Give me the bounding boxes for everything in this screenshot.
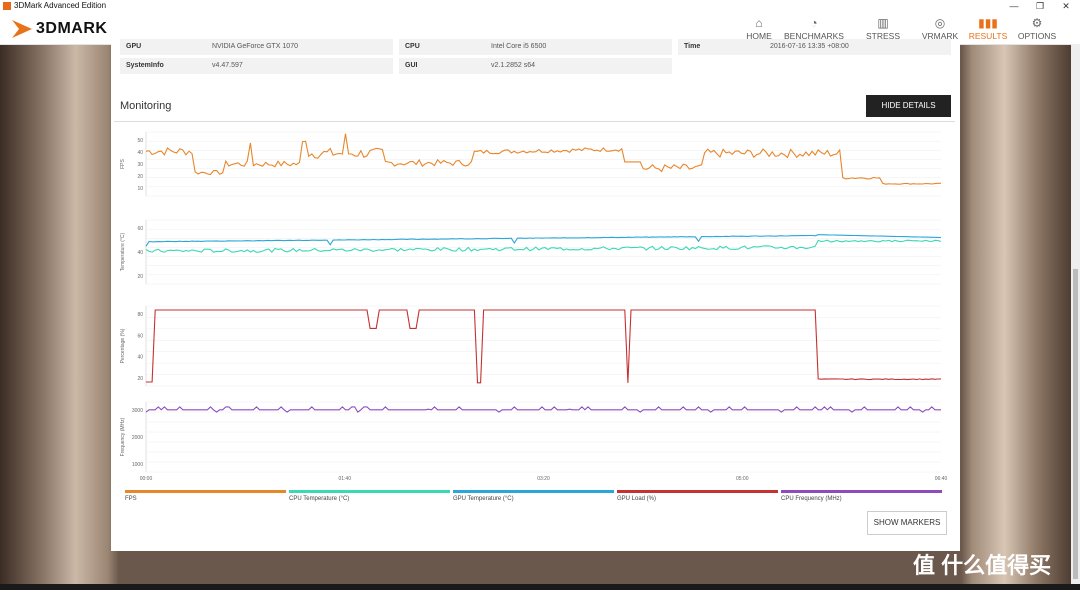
gpu-temp-line (145, 234, 942, 247)
monitoring-title: Monitoring (120, 100, 172, 112)
legend-gpu-load-label: GPU Load (%) (617, 496, 657, 502)
brand-logo-icon (12, 20, 32, 38)
legend-cpu-freq-label: CPU Frequency (MHz) (781, 496, 842, 502)
legend-gpu-load-swatch (617, 490, 778, 493)
close-icon[interactable]: ✕ (1053, 0, 1079, 13)
window-titlebar: 3DMark Advanced Edition — ❐ ✕ (0, 0, 1080, 13)
y-tick-label: 2000 (132, 435, 143, 441)
y-tick-label: 60 (137, 333, 143, 339)
nav-results[interactable]: ▮▮▮ RESULTS (966, 15, 1010, 41)
y-tick-label: 20 (137, 274, 143, 280)
scrollbar-thumb[interactable] (1073, 269, 1078, 579)
benchmarks-icon: ◔ (810, 16, 818, 30)
brand-name: 3DMARK (36, 20, 108, 37)
home-icon: ⌂ (755, 16, 763, 30)
legend-cpu-temp-label: CPU Temperature (°C) (289, 496, 350, 502)
monitoring-chart: 50 40 30 20 10 FPS 60 40 20 Temperature (°C) 80 60 4… (114, 121, 955, 486)
cpu-temp-line (145, 239, 942, 254)
info-time-key: Time (684, 43, 701, 50)
legend-fps-label: FPS (125, 496, 137, 502)
nav-options[interactable]: ⚙ OPTIONS (1016, 15, 1058, 41)
hide-details-button[interactable]: HIDE DETAILS (866, 95, 951, 117)
legend-gpu-temp-label: GPU Temperature (°C) (453, 496, 514, 502)
legend-fps-swatch (125, 490, 286, 493)
results-panel: GPU NVIDIA GeForce GTX 1070 CPU Intel Co… (111, 39, 960, 551)
y-tick-label: 80 (137, 312, 143, 318)
x-tick-label: 00:00 (140, 476, 153, 482)
watermark-text: 值 什么值得买 (913, 553, 1052, 578)
brand-logo[interactable]: 3DMARK (10, 18, 107, 40)
y-tick-label: 60 (137, 226, 143, 232)
app-icon (3, 2, 11, 10)
taskbar (0, 584, 1080, 590)
nav-benchmarks[interactable]: ◔ BENCHMARKS (783, 15, 845, 41)
info-systeminfo: SystemInfo v4.47.597 (120, 58, 393, 74)
scrollbar[interactable] (1071, 44, 1080, 584)
y-tick-label: 40 (137, 250, 143, 256)
legend-gpu-load[interactable]: GPU Load (%) (617, 490, 778, 502)
legend-cpu-freq[interactable]: CPU Frequency (MHz) (781, 490, 942, 502)
info-gui: GUI v2.1.2852 s64 (399, 58, 672, 74)
y-axis-label: Frequency (MHz) (120, 417, 126, 456)
minimize-icon[interactable]: — (1001, 0, 1027, 13)
info-time: Time 2016-07-16 13:35 +08:00 (678, 39, 951, 55)
info-cpu-value: Intel Core i5 6500 (491, 43, 547, 50)
y-tick-label: 50 (137, 138, 143, 144)
gear-icon: ⚙ (1031, 16, 1043, 30)
y-tick-label: 20 (137, 174, 143, 180)
x-tick-label: 03:20 (537, 476, 550, 482)
monitoring-chart-svg: 50 40 30 20 10 FPS 60 40 20 Temperature (°C) 80 60 4… (120, 131, 948, 482)
y-axis-label: Temperature (°C) (120, 232, 126, 271)
y-tick-label: 20 (137, 376, 143, 382)
gpu-load-line (146, 309, 942, 384)
info-gui-value: v2.1.2852 s64 (491, 62, 535, 69)
legend-fps[interactable]: FPS (125, 490, 286, 502)
cpu-frequency-line (145, 406, 941, 413)
y-tick-label: 3000 (132, 408, 143, 414)
info-time-value: 2016-07-16 13:35 +08:00 (770, 43, 849, 50)
nav-home[interactable]: ⌂ HOME (740, 15, 778, 41)
info-gpu-key: GPU (126, 43, 142, 50)
results-icon: ▮▮▮ (978, 16, 998, 30)
y-tick-label: 40 (137, 150, 143, 156)
vrmark-icon: ◎ (934, 16, 946, 30)
stress-tests-icon: ▥ (877, 16, 889, 30)
y-axis-label: Percentage (%) (120, 328, 126, 363)
x-tick-label: 06:40 (935, 476, 948, 482)
info-gpu: GPU NVIDIA GeForce GTX 1070 (120, 39, 393, 55)
show-markers-button[interactable]: SHOW MARKERS (867, 511, 947, 535)
restore-icon[interactable]: ❐ (1027, 0, 1053, 13)
y-tick-label: 10 (137, 186, 143, 192)
legend-cpu-temp-swatch (289, 490, 450, 493)
x-tick-label: 01:40 (338, 476, 351, 482)
x-tick-label: 05:00 (736, 476, 749, 482)
nav-options-label: OPTIONS (1017, 31, 1057, 41)
info-cpu-key: CPU (405, 43, 420, 50)
nav-vrmark[interactable]: ◎ VRMARK (920, 15, 960, 41)
legend-gpu-temp-swatch (453, 490, 614, 493)
y-axis-label: FPS (120, 158, 126, 168)
nav-results-label: RESULTS (968, 31, 1008, 41)
y-tick-label: 40 (137, 355, 143, 361)
info-cpu: CPU Intel Core i5 6500 (399, 39, 672, 55)
y-tick-label: 30 (137, 162, 143, 168)
info-gui-key: GUI (405, 62, 418, 69)
window-title: 3DMark Advanced Edition (14, 1, 107, 10)
y-tick-label: 1000 (132, 462, 143, 468)
info-systeminfo-key: SystemInfo (126, 62, 164, 69)
info-gpu-value: NVIDIA GeForce GTX 1070 (212, 43, 298, 50)
legend-gpu-temp[interactable]: GPU Temperature (°C) (453, 490, 614, 502)
legend-cpu-temp[interactable]: CPU Temperature (°C) (289, 490, 450, 502)
legend-cpu-freq-swatch (781, 490, 942, 493)
info-systeminfo-value: v4.47.597 (212, 62, 243, 69)
